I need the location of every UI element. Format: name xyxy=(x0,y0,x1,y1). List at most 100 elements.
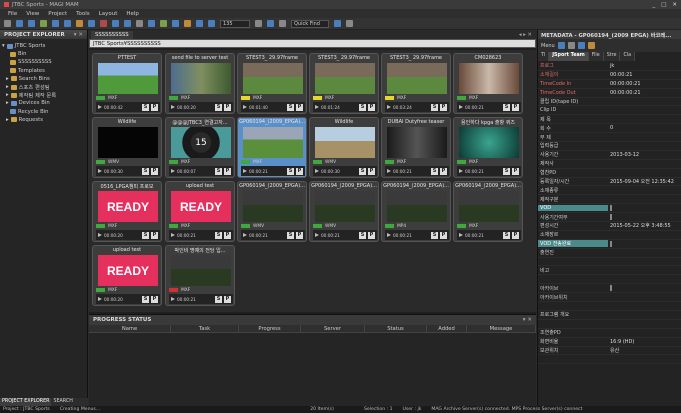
play-icon[interactable] xyxy=(243,105,247,109)
play-icon[interactable] xyxy=(459,233,463,237)
subclip-icon[interactable]: S xyxy=(503,167,510,175)
clip-card[interactable]: GP060194_(2009_EPGA)... MXF 00:00:21 S P xyxy=(453,181,523,242)
play-icon[interactable] xyxy=(171,233,175,237)
subclip-icon[interactable]: S xyxy=(215,295,222,303)
metadata-checkbox[interactable] xyxy=(610,205,612,212)
clip-card[interactable]: send file to server test MXF 00:00:20 S P xyxy=(165,53,235,114)
proxy-icon[interactable]: P xyxy=(224,295,231,303)
clip-card[interactable]: @@@JTBC3_연결고자... 15 MXF 00:00:07 S P xyxy=(165,117,235,178)
settings-icon[interactable] xyxy=(208,20,215,27)
tree-item-ssssssssss[interactable]: SSSSSSSSSS xyxy=(2,58,85,66)
zoom-in-icon[interactable] xyxy=(255,20,262,27)
subclip-icon[interactable]: S xyxy=(287,167,294,175)
clip-card[interactable]: GP060194_(2009_EPGA)... MXF 00:00:21 S P xyxy=(237,117,307,178)
clear-search-icon[interactable] xyxy=(346,20,353,27)
search-icon[interactable] xyxy=(334,20,341,27)
clip-card[interactable]: 용인하다 kpga 출항 퀴즈 MXF 00:00:21 S P xyxy=(453,117,523,178)
subclip-icon[interactable]: S xyxy=(142,231,149,239)
clip-card[interactable]: upload test READY MXF 00:00:21 S P xyxy=(165,181,235,242)
proxy-icon[interactable]: P xyxy=(151,103,158,111)
import-icon[interactable] xyxy=(76,20,83,27)
tree-item-search-bins[interactable]: ▸ Search Bins xyxy=(2,75,85,83)
tree-item-bin[interactable]: Bin xyxy=(2,50,85,58)
tab-stream[interactable]: Stre xyxy=(603,52,621,61)
metadata-value[interactable]: 00:00:00:21 xyxy=(610,81,641,87)
subclip-icon[interactable]: S xyxy=(431,103,438,111)
tab-tl[interactable]: Tl xyxy=(538,52,550,61)
column-status[interactable]: Status xyxy=(365,325,427,332)
proxy-icon[interactable]: P xyxy=(368,231,375,239)
clip-card[interactable]: Wildlife WMV 00:00:30 S P xyxy=(92,117,162,178)
play-icon[interactable] xyxy=(387,169,391,173)
proxy-icon[interactable]: P xyxy=(151,295,158,303)
subclip-icon[interactable]: S xyxy=(359,231,366,239)
tab-class[interactable]: Cla xyxy=(620,52,636,61)
sort-icon[interactable] xyxy=(279,20,286,27)
clip-card[interactable]: 0516_LPGA챔피 프로모 READY MXF 00:00:20 S P xyxy=(92,181,162,242)
zoom-select[interactable]: 135 xyxy=(220,19,250,28)
clip-card[interactable]: GP060194_(2009_EPGA)... WMV 00:00:21 S P xyxy=(237,181,307,242)
filter-icon[interactable] xyxy=(267,20,274,27)
metadata-checkbox[interactable] xyxy=(610,285,612,292)
properties-icon[interactable] xyxy=(136,20,143,27)
history-icon[interactable] xyxy=(587,42,595,49)
tab-jsport-team[interactable]: JSport Team xyxy=(549,52,589,61)
clip-card[interactable]: 박인비 명예의 전당 입... MXF 00:00:21 S P xyxy=(165,245,235,306)
transfer-icon[interactable] xyxy=(148,20,155,27)
menu-help[interactable]: Help xyxy=(126,11,139,17)
proxy-icon[interactable]: P xyxy=(440,167,447,175)
subclip-icon[interactable]: S xyxy=(142,103,149,111)
back-icon[interactable] xyxy=(52,20,59,27)
clip-card[interactable]: STEST3_ 29.97frame MXF 00:03:24 S P xyxy=(381,53,451,114)
proxy-icon[interactable]: P xyxy=(296,103,303,111)
proxy-icon[interactable]: P xyxy=(440,231,447,239)
column-server[interactable]: Server xyxy=(301,325,365,332)
play-icon[interactable] xyxy=(315,169,319,173)
tree-item-devices-bin[interactable]: ▸ Devices Bin xyxy=(2,99,85,107)
menu-view[interactable]: View xyxy=(26,11,39,17)
menu-file[interactable]: File xyxy=(8,11,17,17)
metadata-value[interactable]: 유산 xyxy=(610,348,619,354)
play-icon[interactable] xyxy=(98,105,102,109)
tab-file[interactable]: File xyxy=(588,52,604,61)
tab-nav-icon[interactable]: ◂ ▸ ✕ xyxy=(519,32,536,38)
play-icon[interactable] xyxy=(315,105,319,109)
thumbnail-view-icon[interactable] xyxy=(124,20,131,27)
panel-pin-icon[interactable]: ▾ ✕ xyxy=(523,317,532,323)
play-icon[interactable] xyxy=(171,297,175,301)
subclip-icon[interactable]: S xyxy=(215,231,222,239)
refresh-icon[interactable] xyxy=(40,20,47,27)
play-icon[interactable] xyxy=(459,105,463,109)
metadata-value[interactable]: 2015-05-22 오후 3:48:55 xyxy=(610,223,671,229)
clip-card[interactable]: upload test READY MXF 00:00:20 S P xyxy=(92,245,162,306)
archive-icon[interactable] xyxy=(184,20,191,27)
proxy-icon[interactable]: P xyxy=(296,231,303,239)
menu-project[interactable]: Project xyxy=(48,11,67,17)
subclip-icon[interactable]: S xyxy=(431,231,438,239)
proxy-icon[interactable]: P xyxy=(151,231,158,239)
column-added[interactable]: Added xyxy=(427,325,467,332)
play-icon[interactable] xyxy=(98,233,102,237)
close-button[interactable]: ✕ xyxy=(672,2,677,8)
metadata-value[interactable]: 16:9 (HD) xyxy=(610,339,634,345)
edit-icon[interactable] xyxy=(567,42,575,49)
column-message[interactable]: Message xyxy=(467,325,536,332)
panel-pin-icon[interactable]: ▾ ✕ xyxy=(74,32,83,38)
play-icon[interactable] xyxy=(459,169,463,173)
tree-item-root[interactable]: ▾ JTBC Sports xyxy=(2,42,85,50)
subclip-icon[interactable]: S xyxy=(215,103,222,111)
subclip-icon[interactable]: S xyxy=(142,167,149,175)
forward-icon[interactable] xyxy=(64,20,71,27)
link-icon[interactable] xyxy=(196,20,203,27)
play-icon[interactable] xyxy=(171,105,175,109)
clip-card[interactable]: GP060194_(2009_EPGA)... MP4 00:00:21 S P xyxy=(381,181,451,242)
play-icon[interactable] xyxy=(243,169,247,173)
metadata-menu-button[interactable]: Menu xyxy=(541,43,555,49)
clip-card[interactable]: STEST3_ 29.97frame MXF 00:01:40 S P xyxy=(237,53,307,114)
subclip-icon[interactable]: S xyxy=(215,167,222,175)
upload-icon[interactable] xyxy=(160,20,167,27)
play-icon[interactable] xyxy=(171,169,175,173)
delete-icon[interactable] xyxy=(100,20,107,27)
column-progress[interactable]: Progress xyxy=(239,325,301,332)
tree-item-production[interactable]: ▸ 제작팀 제작 문록 xyxy=(2,91,85,99)
